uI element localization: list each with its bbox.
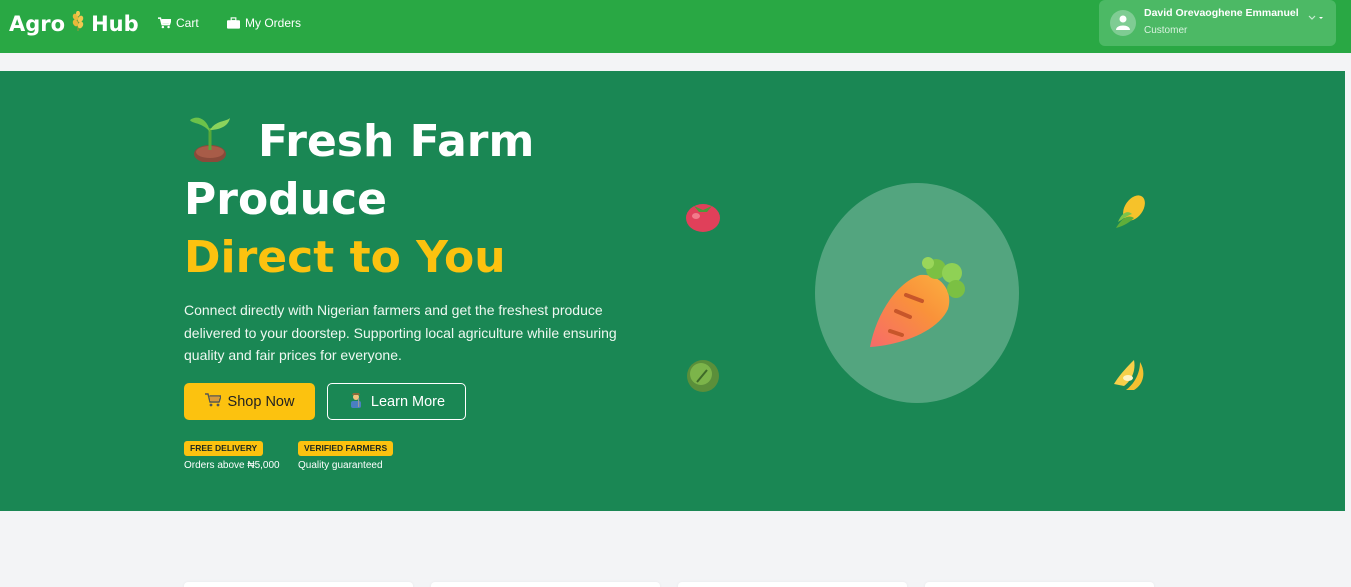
verified-farmers-subtext: Quality guaranteed — [298, 460, 383, 471]
avatar — [1110, 10, 1136, 36]
user-role: Customer — [1144, 25, 1188, 36]
hero-title-line1: Fresh Farm — [258, 116, 535, 167]
feature-card — [925, 582, 1154, 587]
free-delivery-badge: FREE DELIVERY — [184, 441, 264, 456]
hero-title: Fresh Farm Produce Direct to You — [184, 112, 644, 287]
navbar: Agro Hub Cart My Orders David Orevaoghen… — [0, 0, 1351, 53]
brand-name-part2: Hub — [91, 11, 139, 36]
wheat-icon — [71, 10, 85, 36]
briefcase-icon — [227, 17, 240, 29]
nav-cart-link[interactable]: Cart — [158, 16, 199, 30]
feature-card — [431, 582, 660, 587]
farmer-icon — [348, 392, 364, 412]
user-menu[interactable]: David Orevaoghene Emmanuel Customer — [1099, 0, 1336, 46]
hero-title-line2: Produce — [184, 174, 387, 225]
feature-card — [184, 582, 413, 587]
free-delivery-subtext: Orders above ₦5,000 — [184, 460, 280, 471]
verified-farmers-badge: VERIFIED FARMERS — [298, 441, 394, 456]
seedling-icon — [184, 112, 236, 163]
brand-logo[interactable]: Agro Hub — [9, 10, 139, 36]
chevron-down-icon[interactable] — [1308, 14, 1326, 25]
user-name: David Orevaoghene Emmanuel — [1144, 7, 1299, 19]
scrollbar[interactable] — [1345, 53, 1351, 587]
nav-cart-label: Cart — [176, 16, 199, 30]
lettuce-icon — [687, 360, 719, 392]
learn-more-label: Learn More — [370, 393, 446, 410]
cart-icon — [158, 17, 171, 29]
nav-orders-label: My Orders — [245, 16, 302, 30]
nav-orders-link[interactable]: My Orders — [227, 16, 301, 30]
carrot-icon — [870, 257, 965, 347]
shopping-cart-icon — [204, 392, 222, 411]
feature-card — [678, 582, 907, 587]
shop-now-button[interactable]: Shop Now — [184, 383, 315, 420]
user-icon — [1116, 15, 1130, 30]
hero-description: Connect directly with Nigerian farmers a… — [184, 302, 617, 363]
hero-title-highlight: Direct to You — [184, 232, 506, 283]
brand-name-part1: Agro — [9, 11, 66, 36]
banana-icon — [1114, 360, 1144, 390]
shop-now-label: Shop Now — [227, 393, 295, 410]
tomato-icon — [686, 204, 720, 232]
corn-icon — [1116, 195, 1145, 228]
learn-more-button[interactable]: Learn More — [327, 383, 466, 420]
